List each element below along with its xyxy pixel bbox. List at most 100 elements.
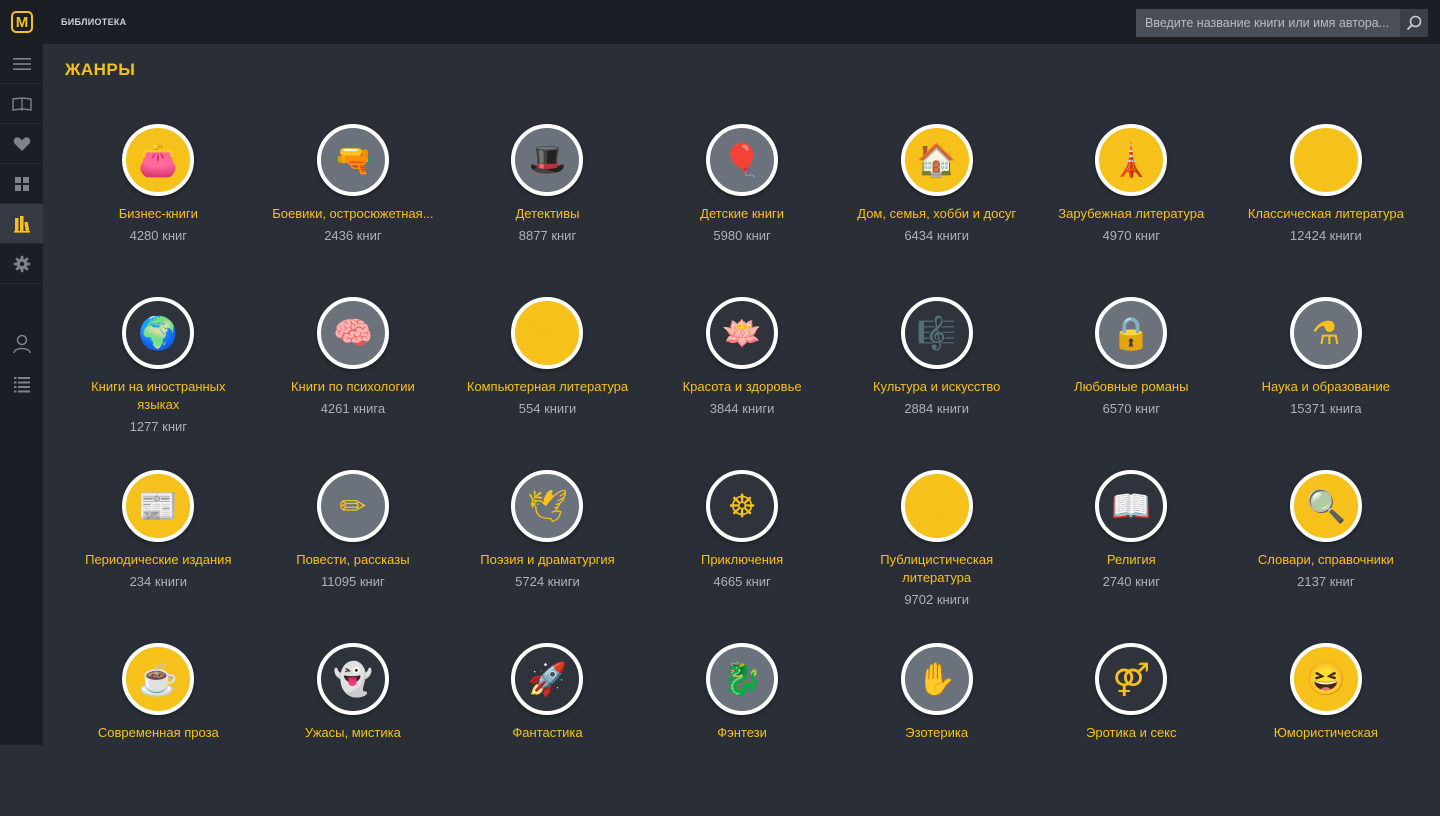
page-title: ЖАНРЫ — [65, 60, 136, 79]
genre-tile[interactable]: 📰 Периодические издания 234 книги — [61, 470, 256, 643]
book-icon — [11, 96, 32, 111]
genre-name: Детские книги — [700, 206, 784, 221]
lyre-icon: 🎼 — [916, 315, 957, 351]
menu-icon — [12, 57, 31, 70]
list-icon — [13, 377, 30, 393]
sidebar-item-genres[interactable] — [0, 204, 43, 244]
genre-tile[interactable]: 📖 Религия 2740 книг — [1034, 470, 1229, 643]
detective-hat-icon: 🎩 — [527, 142, 568, 178]
genre-tile[interactable]: 👻 Ужасы, мистика — [256, 643, 451, 816]
genre-count: 5980 книг — [713, 228, 771, 243]
genre-icon-circle: 📖 — [1095, 470, 1168, 542]
sidebar-item-list[interactable] — [0, 364, 43, 404]
genre-tile[interactable]: 🗼 Зарубежная литература 4970 книг — [1034, 124, 1229, 297]
genre-tile[interactable]: 🔒 Любовные романы 6570 книг — [1034, 297, 1229, 470]
genre-count: 2740 книг — [1102, 574, 1160, 589]
genre-tile[interactable]: ✒ Классическая литература 12424 книги — [1229, 124, 1424, 297]
genre-count: 2884 книги — [904, 401, 969, 416]
sidebar-item-books[interactable] — [0, 84, 43, 124]
genre-icon-circle: ⚗ — [1289, 297, 1362, 369]
genre-tile[interactable]: 🚀 Фантастика — [450, 643, 645, 816]
sidebar-item-favorites[interactable] — [0, 124, 43, 164]
genre-tile[interactable]: ⚤ Эротика и секс — [1034, 643, 1229, 816]
genre-icon-circle: 😆 — [1289, 643, 1362, 715]
sidebar-item-settings[interactable] — [0, 244, 43, 284]
genre-tile[interactable]: ☸ Приключения 4665 книг — [645, 470, 840, 643]
genre-name: Классическая литература — [1247, 206, 1404, 221]
genre-icon-circle: 🎩 — [511, 124, 584, 196]
genre-count: 9702 книги — [904, 592, 969, 607]
sidebar-item-profile[interactable] — [0, 324, 43, 364]
genre-icon-circle: 🖥 — [511, 297, 584, 369]
genre-icon-circle: 👛 — [122, 124, 195, 196]
grid-icon — [14, 176, 29, 191]
genre-icon-circle: 🌍 — [122, 297, 195, 369]
genre-icon-circle: ☸ — [706, 470, 779, 542]
genre-icon-circle: 🎼 — [900, 297, 973, 369]
sidebar-item-collections[interactable] — [0, 164, 43, 204]
genre-count: 6570 книг — [1102, 401, 1160, 416]
genre-tile[interactable]: ☕ Современная проза — [61, 643, 256, 816]
genre-tile[interactable]: 🎈 Детские книги 5980 книг — [645, 124, 840, 297]
genre-tile[interactable]: ⌨ Публицистическая литература 9702 книги — [839, 470, 1034, 643]
genre-icon-circle: 🧠 — [316, 297, 389, 369]
genre-tile[interactable]: 👛 Бизнес-книги 4280 книг — [61, 124, 256, 297]
genre-tile[interactable]: 🐉 Фэнтези — [645, 643, 840, 816]
rocket-icon: 🚀 — [527, 661, 568, 697]
genre-tile[interactable]: 🌍 Книги на иностранных языках 1277 книг — [61, 297, 256, 470]
genre-count: 2436 книг — [324, 228, 382, 243]
genre-tile[interactable]: 🔍 Словари, справочники 2137 книг — [1229, 470, 1424, 643]
genre-icon-circle: 🐉 — [706, 643, 779, 715]
genre-tile[interactable]: 🔫 Боевики, остросюжетная... 2436 книг — [256, 124, 451, 297]
genre-tile[interactable]: 🧠 Книги по психологии 4261 книга — [256, 297, 451, 470]
genre-icon-circle: ✏ — [316, 470, 389, 542]
sidebar-item-menu[interactable] — [0, 44, 43, 84]
gender-icon: ⚤ — [1112, 661, 1151, 697]
genre-icon-circle: ⚤ — [1095, 643, 1168, 715]
genre-tile[interactable]: 🖥 Компьютерная литература 554 книги — [450, 297, 645, 470]
genre-icon-circle: ✋ — [900, 643, 973, 715]
genre-name: Юмористическая — [1273, 725, 1378, 740]
search-input[interactable] — [1136, 9, 1400, 37]
genre-icon-circle: 🕊 — [511, 470, 584, 542]
genre-count: 2137 книг — [1297, 574, 1355, 589]
flask-icon: ⚗ — [1311, 315, 1341, 351]
genre-name: Фэнтези — [717, 725, 767, 740]
app-logo-icon[interactable]: M — [11, 11, 33, 33]
genre-name: Культура и искусство — [872, 379, 1001, 394]
search-button[interactable] — [1400, 9, 1428, 37]
genre-count: 5724 книги — [515, 574, 580, 589]
genre-count: 554 книги — [518, 401, 577, 416]
newspaper-icon: 📰 — [138, 488, 179, 524]
sidebar — [0, 44, 43, 745]
wallet-icon: 👛 — [138, 142, 179, 178]
genre-tile[interactable]: 🕊 Поэзия и драматургия 5724 книги — [450, 470, 645, 643]
genre-icon-circle: ☕ — [122, 643, 195, 715]
genre-tile[interactable]: 🎩 Детективы 8877 книг — [450, 124, 645, 297]
landmarks-icon: 🗼 — [1111, 142, 1152, 178]
genre-tile[interactable]: 🪷 Красота и здоровье 3844 книги — [645, 297, 840, 470]
genre-tile[interactable]: ✋ Эзотерика — [839, 643, 1034, 816]
genre-icon-circle: 📰 — [122, 470, 195, 542]
genre-count: 1277 книг — [129, 419, 187, 434]
genre-count: 12424 книги — [1289, 228, 1362, 243]
gun-icon: 🔫 — [332, 142, 373, 178]
app-title: БИБЛИОТЕКА — [61, 17, 127, 27]
genre-tile[interactable]: 🏠 Дом, семья, хобби и досуг 6434 книги — [839, 124, 1034, 297]
genre-name: Эзотерика — [905, 725, 969, 740]
genre-grid: 👛 Бизнес-книги 4280 книг 🔫 Боевики, остросюж… — [61, 124, 1440, 816]
logo-letter: M — [15, 13, 29, 31]
settings-icon — [13, 255, 30, 272]
genre-icon-circle: 🔒 — [1095, 297, 1168, 369]
dragon-icon: 🐉 — [722, 661, 762, 697]
genre-tile[interactable]: 😆 Юмористическая — [1229, 643, 1424, 816]
genre-icon-circle: 🪷 — [706, 297, 779, 369]
genre-tile[interactable]: ⚗ Наука и образование 15371 книга — [1229, 297, 1424, 470]
genre-name: Повести, рассказы — [296, 552, 410, 567]
genre-icon-circle: 🔫 — [316, 124, 389, 196]
genre-name: Зарубежная литература — [1058, 206, 1205, 221]
genre-count: 11095 книг — [321, 574, 385, 589]
genre-tile[interactable]: ✏ Повести, рассказы 11095 книг — [256, 470, 451, 643]
genre-name: Детективы — [515, 206, 580, 221]
genre-tile[interactable]: 🎼 Культура и искусство 2884 книги — [839, 297, 1034, 470]
